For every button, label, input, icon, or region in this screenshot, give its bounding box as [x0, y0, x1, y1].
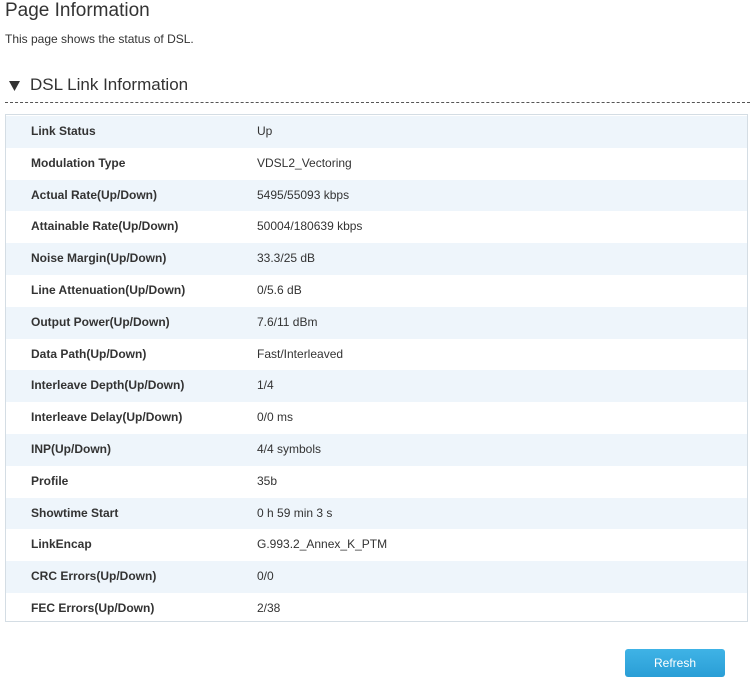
page-description: This page shows the status of DSL. — [5, 32, 194, 46]
row-label: LinkEncap — [31, 537, 92, 552]
row-value: 7.6/11 dBm — [257, 314, 318, 329]
row-label: Profile — [31, 473, 69, 488]
row-label: Data Path(Up/Down) — [31, 346, 147, 361]
row-label: INP(Up/Down) — [31, 441, 111, 456]
row-value: 0 h 59 min 3 s — [257, 505, 333, 520]
row-value: G.993.2_Annex_K_PTM — [257, 537, 388, 552]
row-label: Actual Rate(Up/Down) — [31, 187, 157, 202]
table-row: Interleave Delay(Up/Down) 0/0 ms — [6, 402, 747, 434]
table-row: Actual Rate(Up/Down) 5495/55093 kbps — [6, 179, 747, 212]
table-row: Attainable Rate(Up/Down) 50004/180639 kb… — [6, 211, 747, 243]
table-row: Modulation Type VDSL2_Vectoring — [6, 148, 747, 180]
table-row: Noise Margin(Up/Down) 33.3/25 dB — [6, 243, 747, 275]
page-title: Page Information — [5, 0, 150, 21]
row-value: 33.3/25 dB — [257, 251, 316, 266]
table-row: Data Path(Up/Down) Fast/Interleaved — [6, 339, 747, 371]
table-row: FEC Errors(Up/Down) 2/38 — [6, 593, 747, 625]
row-value: 0/0 ms — [257, 410, 294, 425]
row-value: VDSL2_Vectoring — [257, 155, 352, 170]
table-row: Output Power(Up/Down) 7.6/11 dBm — [6, 306, 747, 339]
table-row: Line Attenuation(Up/Down) 0/5.6 dB — [6, 275, 747, 307]
section-title: DSL Link Information — [30, 75, 189, 94]
dsl-info-table: Link Status Up Modulation Type VDSL2_Vec… — [5, 114, 748, 622]
refresh-button[interactable]: Refresh — [625, 649, 725, 677]
row-label: Interleave Depth(Up/Down) — [31, 378, 185, 393]
table-row: CRC Errors(Up/Down) 0/0 — [6, 561, 747, 593]
table-row: Link Status Up — [6, 116, 747, 148]
row-label: Noise Margin(Up/Down) — [31, 251, 167, 266]
row-value: 5495/55093 kbps — [257, 187, 350, 202]
row-label: Showtime Start — [31, 505, 119, 520]
row-label: CRC Errors(Up/Down) — [31, 569, 157, 584]
row-label: Attainable Rate(Up/Down) — [31, 219, 179, 234]
row-label: Modulation Type — [31, 155, 126, 170]
row-value: 35b — [257, 473, 278, 488]
row-value: 4/4 symbols — [257, 441, 322, 456]
row-value: 2/38 — [257, 600, 281, 615]
row-label: FEC Errors(Up/Down) — [31, 600, 155, 615]
section-header-dsl-link[interactable]: DSL Link Information — [5, 74, 750, 103]
table-row: INP(Up/Down) 4/4 symbols — [6, 433, 747, 466]
table-row: Interleave Depth(Up/Down) 1/4 — [6, 370, 747, 403]
row-value: Fast/Interleaved — [257, 346, 344, 361]
row-value: Up — [257, 124, 273, 138]
row-value: 50004/180639 kbps — [257, 219, 363, 234]
triangle-down-icon[interactable] — [8, 79, 22, 93]
row-label: Line Attenuation(Up/Down) — [31, 282, 186, 297]
row-label: Interleave Delay(Up/Down) — [31, 410, 183, 425]
row-label: Link Status — [31, 124, 96, 138]
table-row: LinkEncap G.993.2_Annex_K_PTM — [6, 529, 747, 561]
row-value: 1/4 — [257, 378, 274, 393]
row-value: 0/0 — [257, 569, 274, 584]
row-label: Output Power(Up/Down) — [31, 314, 170, 329]
table-row: Showtime Start 0 h 59 min 3 s — [6, 497, 747, 530]
table-row: Profile 35b — [6, 466, 747, 498]
row-value: 0/5.6 dB — [257, 282, 302, 297]
